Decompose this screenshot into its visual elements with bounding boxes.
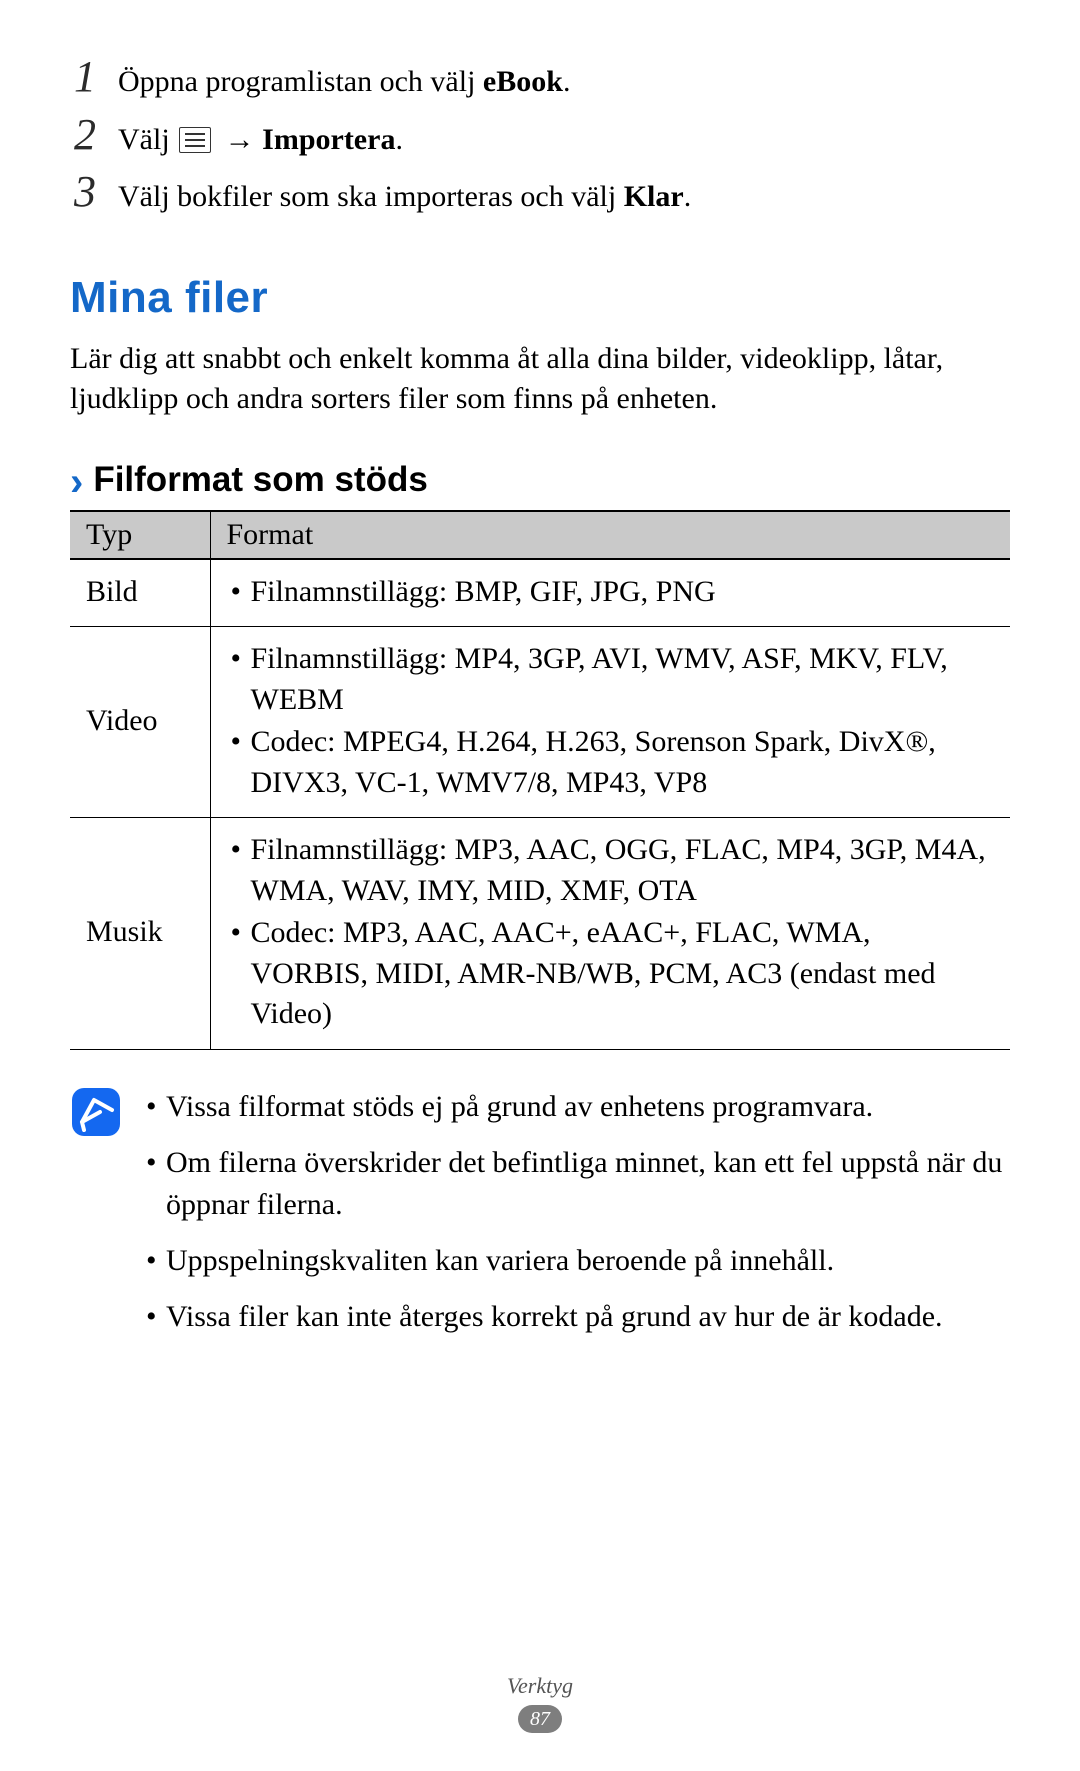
- step-text: Välj → Importera.: [118, 120, 403, 161]
- list-item: Om filerna överskrider det befintliga mi…: [142, 1142, 1010, 1226]
- text: .: [684, 180, 692, 213]
- cell-list: Filnamnstillägg: BMP, GIF, JPG, PNG: [227, 572, 995, 613]
- step-text: Öppna programlistan och välj eBook.: [118, 62, 570, 103]
- arrow-text: →: [225, 123, 255, 156]
- step-1: 1 Öppna programlistan och välj eBook.: [70, 55, 1010, 103]
- subheading-text: Filformat som stöds: [93, 460, 427, 500]
- cell-format: Filnamnstillägg: MP3, AAC, OGG, FLAC, MP…: [210, 818, 1010, 1050]
- list-item: Uppspelningskvaliten kan variera beroend…: [142, 1240, 1010, 1282]
- list-item: Codec: MPEG4, H.264, H.263, Sorenson Spa…: [227, 722, 995, 803]
- list-item: Vissa filformat stöds ej på grund av enh…: [142, 1086, 1010, 1128]
- table-header-row: Typ Format: [70, 511, 1010, 559]
- note-icon: [70, 1086, 122, 1138]
- document-page: 1 Öppna programlistan och välj eBook. 2 …: [0, 0, 1080, 1771]
- menu-icon: [179, 127, 211, 153]
- cell-type: Bild: [70, 559, 210, 627]
- step-3: 3 Välj bokfiler som ska importeras och v…: [70, 170, 1010, 218]
- step-list: 1 Öppna programlistan och välj eBook. 2 …: [70, 55, 1010, 218]
- cell-list: Filnamnstillägg: MP3, AAC, OGG, FLAC, MP…: [227, 830, 995, 1035]
- bold-text: eBook: [483, 65, 563, 98]
- subheading: › Filformat som stöds: [70, 460, 1010, 500]
- header-type: Typ: [70, 511, 210, 559]
- text: Välj: [118, 123, 177, 156]
- page-number-badge: 87: [518, 1705, 562, 1733]
- list-item: Filnamnstillägg: BMP, GIF, JPG, PNG: [227, 572, 995, 613]
- bold-text: Importera: [255, 123, 396, 156]
- table-row: Video Filnamnstillägg: MP4, 3GP, AVI, WM…: [70, 627, 1010, 818]
- cell-type: Musik: [70, 818, 210, 1050]
- notes-list: Vissa filformat stöds ej på grund av enh…: [142, 1086, 1010, 1352]
- intro-paragraph: Lär dig att snabbt och enkelt komma åt a…: [70, 339, 1010, 420]
- header-format: Format: [210, 511, 1010, 559]
- text: Välj bokfiler som ska importeras och väl…: [118, 180, 624, 213]
- text: .: [563, 65, 571, 98]
- cell-type: Video: [70, 627, 210, 818]
- list-item: Filnamnstillägg: MP3, AAC, OGG, FLAC, MP…: [227, 830, 995, 911]
- table-row: Bild Filnamnstillägg: BMP, GIF, JPG, PNG: [70, 559, 1010, 627]
- list-item: Filnamnstillägg: MP4, 3GP, AVI, WMV, ASF…: [227, 639, 995, 720]
- cell-list: Filnamnstillägg: MP4, 3GP, AVI, WMV, ASF…: [227, 639, 995, 803]
- step-text: Välj bokfiler som ska importeras och väl…: [118, 177, 691, 218]
- text: Öppna programlistan och välj: [118, 65, 483, 98]
- page-footer: Verktyg 87: [0, 1673, 1080, 1733]
- text: .: [395, 123, 403, 156]
- table-row: Musik Filnamnstillägg: MP3, AAC, OGG, FL…: [70, 818, 1010, 1050]
- list-item: Codec: MP3, AAC, AAC+, eAAC+, FLAC, WMA,…: [227, 913, 995, 1035]
- footer-section-label: Verktyg: [0, 1673, 1080, 1699]
- step-number: 2: [70, 113, 100, 157]
- cell-format: Filnamnstillägg: BMP, GIF, JPG, PNG: [210, 559, 1010, 627]
- chevron-right-icon: ›: [70, 462, 83, 502]
- step-2: 2 Välj → Importera.: [70, 113, 1010, 161]
- step-number: 3: [70, 170, 100, 214]
- cell-format: Filnamnstillägg: MP4, 3GP, AVI, WMV, ASF…: [210, 627, 1010, 818]
- list-item: Vissa filer kan inte återges korrekt på …: [142, 1296, 1010, 1338]
- heading-mina-filer: Mina filer: [70, 273, 1010, 323]
- file-format-table: Typ Format Bild Filnamnstillägg: BMP, GI…: [70, 510, 1010, 1050]
- note-box: Vissa filformat stöds ej på grund av enh…: [70, 1086, 1010, 1352]
- step-number: 1: [70, 55, 100, 99]
- bold-text: Klar: [624, 180, 684, 213]
